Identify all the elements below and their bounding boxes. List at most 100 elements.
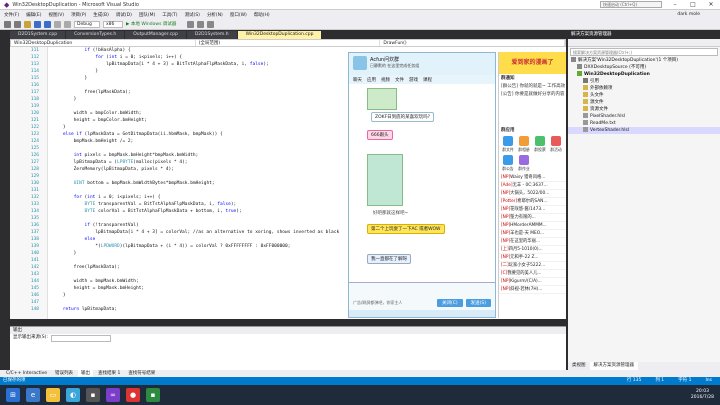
menu-test[interactable]: 测试(S) (185, 12, 200, 18)
clock[interactable]: 20:03 2016/7/28 (691, 389, 720, 401)
tab-d2d1system-h[interactable]: D2D1System.h (186, 31, 237, 39)
menu-view[interactable]: 视图(V) (48, 12, 64, 18)
ad-banner[interactable]: 爱到家的漫画了 (499, 52, 566, 74)
menu-file[interactable]: 文件(F) (4, 12, 19, 18)
close-chat-button[interactable]: 关闭(C) (436, 299, 463, 307)
tool-icon[interactable] (207, 20, 215, 28)
tab-outputmanager-cpp[interactable]: OutputManager.cpp (125, 31, 186, 39)
app-album[interactable]: 群相册 (517, 136, 531, 153)
member-item[interactable]: [Ade]无羊 - 0C:3637... (499, 182, 566, 190)
member-item[interactable]: [NP]元和手-22 Z... (499, 254, 566, 262)
tree-item[interactable]: DXXDesktopSource (不可用) (568, 64, 720, 71)
close-button[interactable]: ✕ (706, 1, 716, 8)
start-icon[interactable]: ⊞ (6, 388, 20, 402)
menu-build[interactable]: 生成(B) (93, 12, 109, 18)
output-source-select[interactable] (50, 334, 111, 342)
open-icon[interactable] (24, 20, 31, 28)
tool-icon[interactable] (197, 20, 205, 28)
save-all-icon[interactable] (44, 20, 51, 28)
tree-item[interactable]: 资源文件 (568, 106, 720, 113)
app-homework[interactable]: 群作业 (517, 155, 531, 172)
qq-icon[interactable]: ◐ (66, 388, 80, 402)
ie-icon[interactable]: e (26, 388, 40, 402)
menu-edit[interactable]: 编辑(E) (26, 12, 41, 18)
menu-team[interactable]: 团队(M) (139, 12, 155, 18)
tab-d2d1system-cpp[interactable]: D2D1System.cpp (10, 31, 66, 39)
tree-item[interactable]: 源文件 (568, 99, 720, 106)
app-files[interactable]: 群文件 (501, 136, 515, 153)
app-icon[interactable]: ▪ (86, 388, 100, 402)
chat-tool-video[interactable]: 视频 (381, 77, 390, 83)
member-item[interactable]: [NP]斜视-若林(7H)... (499, 286, 566, 294)
maximize-button[interactable]: □ (688, 1, 698, 8)
menu-project[interactable]: 项目(P) (71, 12, 86, 18)
folder-icon[interactable]: ▭ (46, 388, 60, 402)
member-item[interactable]: [NP]大锅头，5022/00... (499, 190, 566, 198)
quick-launch-input[interactable]: 快速启动 (Ctrl+Q) (600, 1, 662, 8)
save-icon[interactable] (34, 20, 41, 28)
chat-tool-courses[interactable]: 课程 (423, 77, 432, 83)
tab-interactive[interactable]: C/C++ Interactive (3, 370, 50, 377)
chat-tool-files[interactable]: 文件 (395, 77, 404, 83)
forward-icon[interactable] (14, 20, 21, 28)
tree-item[interactable]: 头文件 (568, 92, 720, 99)
member-item[interactable]: [NP]Kigurm/(C/A)... (499, 278, 566, 286)
user-name[interactable]: dark mole (677, 12, 720, 17)
send-button[interactable]: 发送(S) (465, 299, 491, 307)
tab-win32desktopduplication-cpp[interactable]: Win32DesktopDuplication.cpp (237, 31, 322, 39)
config-select[interactable]: Debug (74, 20, 100, 28)
back-icon[interactable] (4, 20, 11, 28)
tab-find-results[interactable]: 查找结果 1 (95, 370, 123, 377)
chat-tool-games[interactable]: 游戏 (409, 77, 418, 83)
member-item[interactable]: [NP]聖力有限的... (499, 214, 566, 222)
member-list[interactable]: [NP]Waisy 猎奇风格... [Ade]无羊 - 0C:3637... [NP… (499, 174, 566, 294)
member-item[interactable]: [上]四月5-1010(0)... (499, 246, 566, 254)
platform-select[interactable]: x86 (103, 20, 123, 28)
tree-item[interactable]: PixelShader.hlsl (568, 113, 720, 120)
member-item[interactable]: [NP]HMorderAMMM... (499, 222, 566, 230)
redo-icon[interactable] (64, 20, 71, 28)
tree-item[interactable]: Win32DesktopDuplication (568, 71, 720, 78)
menu-help[interactable]: 帮助(H) (254, 12, 270, 18)
project-dropdown[interactable]: Win32DesktopDuplication (11, 40, 196, 46)
tree-item[interactable]: 外部依赖项 (568, 85, 720, 92)
member-item[interactable]: [二]玩家小女子5222... (499, 262, 566, 270)
tree-item[interactable]: 解决方案'Win32DesktopDuplication'(1 个项目) (568, 57, 720, 64)
tool-icon[interactable] (187, 20, 195, 28)
tab-find-symbol[interactable]: 查找符号结果 (125, 370, 158, 377)
scope-dropdown[interactable]: (全局范围) (196, 40, 381, 46)
member-item[interactable]: [NP]羊也是-天 MEO... (499, 230, 566, 238)
tab-conversiontypes-h[interactable]: ConversionTypes.h (66, 31, 125, 39)
start-debug-button[interactable]: ▶ 本地 Windows 调试器 (126, 21, 176, 27)
chat-messages[interactable]: ZOKF日到底的某喜欢玩吗? 666跟头 好吧那就这样吧~ 第二个上玩耍了一下A… (349, 84, 495, 282)
tree-item[interactable]: VertexShader.hlsl (568, 127, 720, 134)
undo-icon[interactable] (54, 20, 61, 28)
app-icon[interactable]: ▪ (146, 388, 160, 402)
tree-item[interactable]: 引用 (568, 78, 720, 85)
member-item[interactable]: [NP]在这里的华丽... (499, 238, 566, 246)
menu-debug[interactable]: 调试(D) (116, 12, 132, 18)
chat-tool-apps[interactable]: 应用 (367, 77, 376, 83)
solution-search-input[interactable]: 搜索解决方案资源管理器(Ctrl+;) (570, 48, 718, 56)
visual-studio-icon[interactable]: ∞ (106, 388, 120, 402)
tab-class-view[interactable]: 类视图 (568, 362, 590, 370)
menu-window[interactable]: 窗口(W) (230, 12, 247, 18)
member-item[interactable]: [NP]Waisy 猎奇风格... (499, 174, 566, 182)
app-notice[interactable]: 群公告 (501, 155, 515, 172)
tree-item[interactable]: ReadMe.txt (568, 120, 720, 127)
tab-output[interactable]: 输出 (78, 370, 94, 377)
app-vote[interactable]: 群投票 (533, 136, 547, 153)
media-icon[interactable]: ● (126, 388, 140, 402)
menu-tools[interactable]: 工具(T) (162, 12, 177, 18)
app-event[interactable]: 群活动 (549, 136, 563, 153)
menu-analyze[interactable]: 分析(N) (207, 12, 223, 18)
minimize-button[interactable]: – (670, 1, 680, 8)
solution-tree[interactable]: 解决方案'Win32DesktopDuplication'(1 个项目) DXXD… (568, 57, 720, 134)
member-item[interactable]: [C]我要见的美人儿... (499, 270, 566, 278)
tab-error-list[interactable]: 错误列表 (52, 370, 76, 377)
tab-solution-explorer[interactable]: 解决方案资源管理器 (589, 362, 638, 370)
member-item[interactable]: [NP]花咲悠·酱/1473... (499, 206, 566, 214)
chat-tool-chat[interactable]: 聊天 (353, 77, 362, 83)
member-dropdown[interactable]: DrawFun() (380, 40, 566, 46)
chat-input-area[interactable]: 广告/刷屏都弹吧，你家主人 关闭(C) 发送(S) (349, 282, 495, 310)
